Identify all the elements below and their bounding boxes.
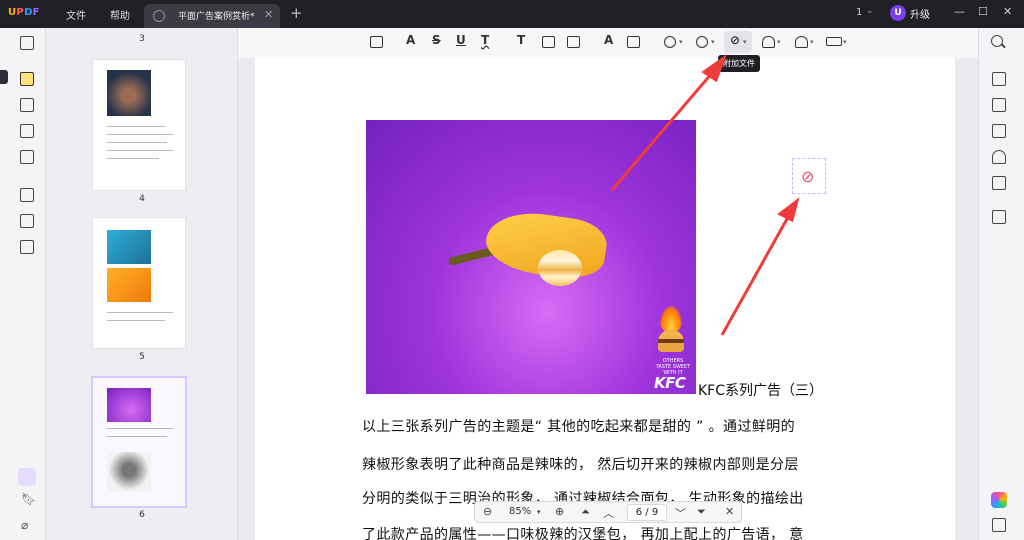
stamp-icon[interactable] <box>762 36 775 48</box>
burger-illustration <box>658 330 684 352</box>
pencil-icon[interactable]: A <box>604 33 613 47</box>
new-tab-button[interactable]: + <box>290 4 303 22</box>
textbox-icon[interactable] <box>542 36 555 48</box>
squiggly-icon[interactable]: T <box>481 33 489 47</box>
pepper-slice-illustration <box>538 250 582 286</box>
shape-icon[interactable] <box>664 36 676 48</box>
page-tools-icon[interactable] <box>20 240 34 254</box>
last-page-button[interactable]: ⏷ <box>697 505 706 519</box>
organize-pages-icon[interactable] <box>20 188 34 202</box>
updf-logo: UPDF <box>8 7 40 18</box>
title-bar: UPDF 文件 帮助 平面广告案例赏析* ✕ + 1 ⌄ U 升级 — ☐ ✕ <box>0 0 1024 28</box>
save-icon[interactable] <box>992 210 1006 224</box>
chevron-down-icon[interactable]: ▾ <box>843 38 847 46</box>
flame-illustration <box>660 306 682 332</box>
thumbnail-image <box>107 388 151 422</box>
fill-sign-icon[interactable] <box>20 150 34 164</box>
text-icon[interactable]: T <box>517 33 525 47</box>
collapse-handle[interactable] <box>0 70 8 84</box>
chevron-down-icon[interactable]: ▾ <box>743 38 747 46</box>
text-callout-icon[interactable] <box>567 36 580 48</box>
previous-page-button[interactable]: ︿ <box>603 505 614 521</box>
thumbnail-image <box>107 452 151 492</box>
comment-icon[interactable] <box>370 36 383 48</box>
thumbnail-page-5[interactable] <box>93 218 185 348</box>
thumbnail-page-6[interactable] <box>93 378 185 506</box>
document-tab[interactable]: 平面广告案例赏析* ✕ <box>144 4 280 28</box>
strikethrough-icon[interactable]: S <box>432 33 441 47</box>
convert-icon[interactable] <box>992 98 1006 112</box>
bookmark-icon[interactable]: 🔖︎ <box>21 492 36 506</box>
signature-icon[interactable] <box>795 36 808 48</box>
comment-mode-icon[interactable] <box>20 72 34 86</box>
ai-assistant-icon[interactable] <box>991 492 1007 508</box>
chevron-down-icon[interactable]: ▾ <box>679 38 683 46</box>
kfc-logo: KFC <box>654 374 686 392</box>
document-tab-icon <box>153 10 165 22</box>
paperclip-icon: ⊘ <box>801 167 815 186</box>
first-page-button[interactable]: ⏶ <box>581 505 590 519</box>
zoom-bar: ⊖ 85% ▾ ⊕ ⏶ ︿ 6 / 9 ﹀ ⏷ ✕ <box>474 501 742 523</box>
eraser-icon[interactable] <box>627 36 640 48</box>
paragraph-line: 辣椒形象表明了此种商品是辣味的， 然后切开来的辣椒内部则是分层 <box>362 457 799 473</box>
close-zoombar-button[interactable]: ✕ <box>725 505 734 518</box>
layers-icon[interactable] <box>18 468 36 486</box>
paragraph-line: 了此款产品的属性——口味极辣的汉堡包， 再加上配上的广告语， 意 <box>362 527 804 540</box>
right-toolbar <box>978 28 1024 540</box>
reader-mode-icon[interactable] <box>20 36 34 50</box>
close-tab-icon[interactable]: ✕ <box>264 8 273 21</box>
chevron-down-icon[interactable]: ▾ <box>711 38 715 46</box>
page-selector[interactable]: 1 <box>856 7 862 18</box>
zoom-in-button[interactable]: ⊕ <box>555 505 564 518</box>
upgrade-button[interactable]: U 升级 <box>890 5 930 21</box>
document-tab-title: 平面广告案例赏析* <box>178 12 255 22</box>
form-icon[interactable] <box>20 124 34 138</box>
feedback-icon[interactable] <box>992 518 1006 532</box>
search-icon[interactable] <box>991 35 1003 47</box>
page-indicator[interactable]: 6 / 9 <box>627 504 667 521</box>
thumbnail-panel: 3 4 5 6 <box>46 28 238 540</box>
left-toolbar: 🔖︎ ⌀ <box>0 28 46 540</box>
sticker-icon[interactable] <box>696 36 708 48</box>
thumbnail-image <box>107 268 151 302</box>
upgrade-label: 升级 <box>910 9 930 21</box>
chevron-down-icon[interactable]: ▾ <box>810 38 814 46</box>
minimize-button[interactable]: — <box>954 5 965 18</box>
edit-pdf-icon[interactable] <box>20 98 34 112</box>
menu-help[interactable]: 帮助 <box>110 7 130 22</box>
avatar: U <box>890 5 906 21</box>
close-window-button[interactable]: ✕ <box>1003 5 1012 18</box>
thumbnail-page-4[interactable] <box>93 60 185 190</box>
thumbnail-label: 6 <box>139 510 145 520</box>
zoom-level[interactable]: 85% <box>509 506 531 517</box>
attachment-panel-icon[interactable]: ⌀ <box>21 518 28 532</box>
chevron-down-icon[interactable]: ▾ <box>777 38 781 46</box>
crop-icon[interactable] <box>20 214 34 228</box>
file-attachment-annotation[interactable]: ⊘ <box>792 158 826 194</box>
attach-file-icon[interactable]: ⊘ <box>730 33 740 47</box>
email-icon[interactable] <box>992 176 1006 190</box>
tooltip: 附加文件 <box>718 55 760 72</box>
maximize-button[interactable]: ☐ <box>978 5 988 18</box>
thumbnail-label: 3 <box>139 34 145 44</box>
underline-icon[interactable]: U <box>456 33 466 47</box>
paragraph-line: 以上三张系列广告的主题是“ 其他的吃起来都是甜的 ” 。通过鲜明的 <box>362 419 796 435</box>
next-page-button[interactable]: ﹀ <box>675 505 686 521</box>
thumbnail-label: 5 <box>139 352 145 362</box>
share-icon[interactable] <box>992 150 1006 164</box>
kfc-ad-image: OTHERS TASTE SWEET WITH IT KFC <box>366 120 696 394</box>
chevron-down-icon[interactable]: ▾ <box>537 508 541 516</box>
ocr-icon[interactable] <box>992 72 1006 86</box>
thumbnail-image <box>107 230 151 264</box>
thumbnail-image <box>107 70 151 116</box>
zoom-out-button[interactable]: ⊖ <box>483 505 492 518</box>
thumbnail-label: 4 <box>139 194 145 204</box>
chevron-down-icon[interactable]: ⌄ <box>866 6 874 16</box>
measure-icon[interactable] <box>826 37 842 46</box>
image-caption: KFC系列广告（三） <box>698 383 824 399</box>
protect-icon[interactable] <box>992 124 1006 138</box>
menu-file[interactable]: 文件 <box>66 7 86 22</box>
highlight-icon[interactable]: A <box>406 33 415 47</box>
